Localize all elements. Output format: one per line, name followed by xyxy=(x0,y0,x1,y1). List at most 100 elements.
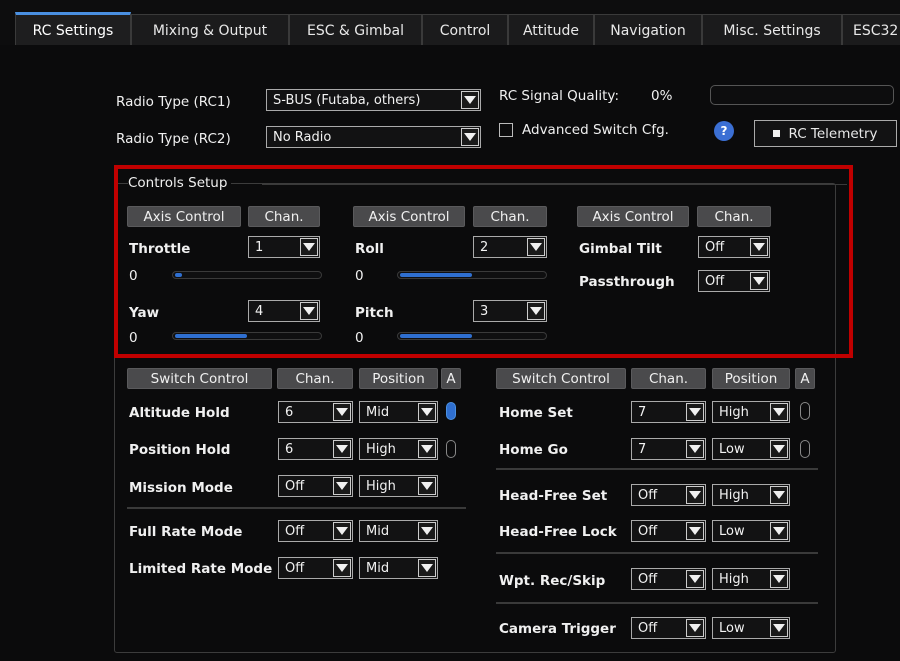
full-rate-mode-chan-select[interactable]: Off xyxy=(278,520,353,542)
highlight-frame xyxy=(114,165,853,358)
tab-misc-settings[interactable]: Misc. Settings xyxy=(702,14,842,47)
tab-mixing-output[interactable]: Mixing & Output xyxy=(131,14,289,47)
head-free-lock-chan-select[interactable]: Off xyxy=(631,520,706,542)
advanced-switch-label: Advanced Switch Cfg. xyxy=(522,122,669,138)
chevron-down-icon xyxy=(333,403,351,421)
head-free-lock-pos-select[interactable]: Low xyxy=(712,520,790,542)
switch-a-header-right: A xyxy=(795,368,815,389)
switch-label-full-rate-mode: Full Rate Mode xyxy=(129,524,243,540)
home-set-pos-value: High xyxy=(719,404,749,420)
chevron-down-icon xyxy=(461,91,479,109)
chevron-down-icon xyxy=(686,619,704,637)
tab-esc32[interactable]: ESC32 xyxy=(842,14,900,47)
camera-trigger-chan-select[interactable]: Off xyxy=(631,617,706,639)
rc-telemetry-label: RC Telemetry xyxy=(788,125,878,142)
head-free-set-pos-select[interactable]: High xyxy=(712,484,790,506)
switch-chan-header-left: Chan. xyxy=(277,368,353,389)
home-go-chan-select[interactable]: 7 xyxy=(631,438,706,460)
stop-square-icon xyxy=(773,130,781,137)
mission-mode-pos-select[interactable]: High xyxy=(359,475,438,497)
switch-control-header-right: Switch Control xyxy=(496,368,626,389)
switch-chan-header-right: Chan. xyxy=(631,368,706,389)
wpt-rec-skip-chan-select[interactable]: Off xyxy=(631,568,706,590)
switch-label-camera-trigger: Camera Trigger xyxy=(499,621,616,637)
help-glyph: ? xyxy=(720,124,728,138)
altitude-hold-active-indicator xyxy=(446,402,456,420)
chevron-down-icon xyxy=(333,559,351,577)
chevron-down-icon xyxy=(686,522,704,540)
chevron-down-icon xyxy=(418,559,436,577)
chevron-down-icon xyxy=(333,522,351,540)
position-hold-pos-select[interactable]: High xyxy=(359,438,438,460)
position-hold-pos-value: High xyxy=(366,441,396,457)
full-rate-mode-pos-value: Mid xyxy=(366,523,390,539)
head-free-set-pos-value: High xyxy=(719,487,749,503)
limited-rate-mode-pos-value: Mid xyxy=(366,560,390,576)
switch-label-head-free-set: Head-Free Set xyxy=(499,488,608,504)
rc1-value: S-BUS (Futaba, others) xyxy=(273,92,421,108)
altitude-hold-pos-select[interactable]: Mid xyxy=(359,401,438,423)
home-set-active-indicator xyxy=(800,402,810,420)
signal-quality-bar xyxy=(710,85,894,105)
head-free-lock-pos-value: Low xyxy=(719,523,745,539)
position-hold-active-indicator xyxy=(446,440,456,458)
chevron-down-icon xyxy=(418,403,436,421)
chevron-down-icon xyxy=(418,440,436,458)
chevron-down-icon xyxy=(461,128,479,146)
advanced-switch-checkbox[interactable] xyxy=(499,123,513,137)
chevron-down-icon xyxy=(770,522,788,540)
camera-trigger-pos-select[interactable]: Low xyxy=(712,617,790,639)
right-switch-divider-3 xyxy=(496,602,818,604)
wpt-rec-skip-chan-value: Off xyxy=(638,571,658,587)
rc-telemetry-button[interactable]: RC Telemetry xyxy=(754,120,897,147)
switch-label-mission-mode: Mission Mode xyxy=(129,480,233,496)
home-set-pos-select[interactable]: High xyxy=(712,401,790,423)
chevron-down-icon xyxy=(770,403,788,421)
right-switch-divider-2 xyxy=(496,552,818,554)
switch-label-position-hold: Position Hold xyxy=(129,442,231,458)
position-hold-chan-select[interactable]: 6 xyxy=(278,438,353,460)
switch-position-header-right: Position xyxy=(712,368,790,389)
mission-mode-pos-value: High xyxy=(366,478,396,494)
rc2-radio-select[interactable]: No Radio xyxy=(266,126,481,148)
position-hold-chan-value: 6 xyxy=(285,441,294,457)
chevron-down-icon xyxy=(686,486,704,504)
switch-label-home-go: Home Go xyxy=(499,442,568,458)
left-switch-divider xyxy=(127,507,466,509)
full-rate-mode-pos-select[interactable]: Mid xyxy=(359,520,438,542)
tab-esc-gimbal[interactable]: ESC & Gimbal xyxy=(289,14,422,47)
help-icon[interactable]: ? xyxy=(714,121,734,141)
tab-control[interactable]: Control xyxy=(422,14,508,47)
home-set-chan-select[interactable]: 7 xyxy=(631,401,706,423)
switch-label-altitude-hold: Altitude Hold xyxy=(129,405,230,421)
tab-bar: RC Settings Mixing & Output ESC & Gimbal… xyxy=(0,0,900,47)
mission-mode-chan-value: Off xyxy=(285,478,305,494)
wpt-rec-skip-pos-select[interactable]: High xyxy=(712,568,790,590)
rc2-value: No Radio xyxy=(273,129,332,145)
head-free-set-chan-select[interactable]: Off xyxy=(631,484,706,506)
signal-quality-label: RC Signal Quality: xyxy=(499,88,619,104)
home-go-pos-value: Low xyxy=(719,441,745,457)
chevron-down-icon xyxy=(770,486,788,504)
chevron-down-icon xyxy=(333,477,351,495)
home-go-chan-value: 7 xyxy=(638,441,647,457)
chevron-down-icon xyxy=(770,440,788,458)
home-go-active-indicator xyxy=(800,440,810,458)
limited-rate-mode-chan-select[interactable]: Off xyxy=(278,557,353,579)
chevron-down-icon xyxy=(418,477,436,495)
home-go-pos-select[interactable]: Low xyxy=(712,438,790,460)
altitude-hold-chan-select[interactable]: 6 xyxy=(278,401,353,423)
limited-rate-mode-chan-value: Off xyxy=(285,560,305,576)
tab-navigation[interactable]: Navigation xyxy=(594,14,702,47)
chevron-down-icon xyxy=(686,403,704,421)
right-switch-divider-1 xyxy=(496,468,818,470)
tab-rc-settings[interactable]: RC Settings xyxy=(15,12,131,47)
chevron-down-icon xyxy=(686,570,704,588)
rc1-radio-select[interactable]: S-BUS (Futaba, others) xyxy=(266,89,481,111)
mission-mode-chan-select[interactable]: Off xyxy=(278,475,353,497)
tab-attitude[interactable]: Attitude xyxy=(508,14,594,47)
chevron-down-icon xyxy=(770,619,788,637)
limited-rate-mode-pos-select[interactable]: Mid xyxy=(359,557,438,579)
chevron-down-icon xyxy=(418,522,436,540)
camera-trigger-chan-value: Off xyxy=(638,620,658,636)
